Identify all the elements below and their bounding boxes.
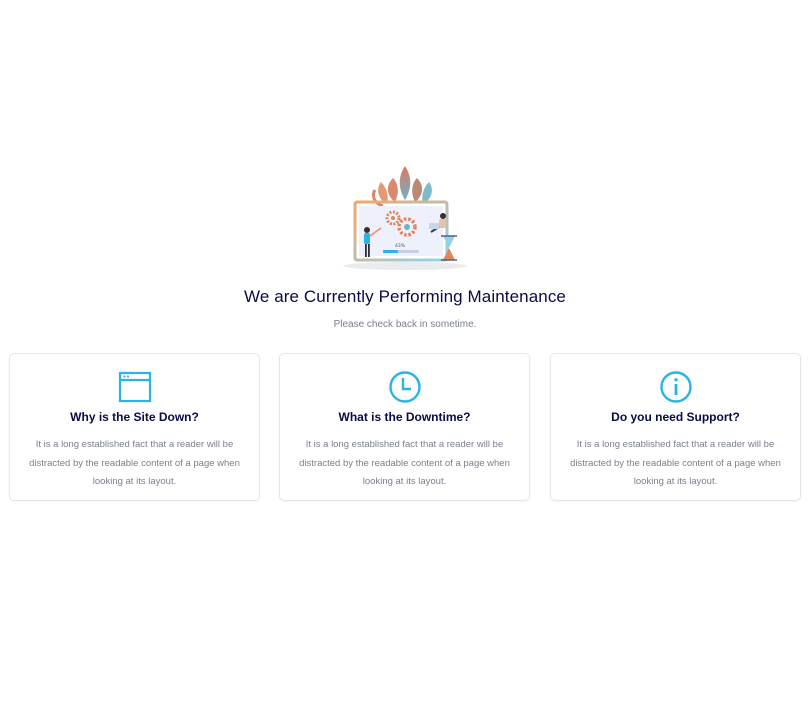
leaves-icon: [371, 166, 432, 208]
card-site-down: Why is the Site Down? It is a long estab…: [9, 353, 260, 501]
maintenance-illustration: 43%: [343, 166, 467, 270]
clock-icon: [388, 371, 421, 403]
card-text: It is a long established fact that a rea…: [29, 439, 240, 487]
card-text: It is a long established fact that a rea…: [299, 439, 510, 487]
page-subtitle: Please check back in sometime.: [333, 319, 477, 330]
hourglass-icon: [441, 235, 457, 261]
browser-window-icon: [118, 371, 151, 403]
card-downtime: What is the Downtime? It is a long estab…: [279, 353, 530, 501]
card-support: Do you need Support? It is a long establ…: [550, 353, 801, 501]
card-title: Do you need Support?: [611, 410, 740, 424]
card-text: It is a long established fact that a rea…: [570, 439, 781, 487]
page-title: We are Currently Performing Maintenance: [243, 287, 566, 306]
card-title: Why is the Site Down?: [70, 410, 199, 424]
info-icon: [659, 371, 692, 403]
card-title: What is the Downtime?: [338, 410, 471, 424]
info-cards: Why is the Site Down? It is a long estab…: [9, 353, 801, 501]
progress-label: 43%: [395, 243, 406, 249]
